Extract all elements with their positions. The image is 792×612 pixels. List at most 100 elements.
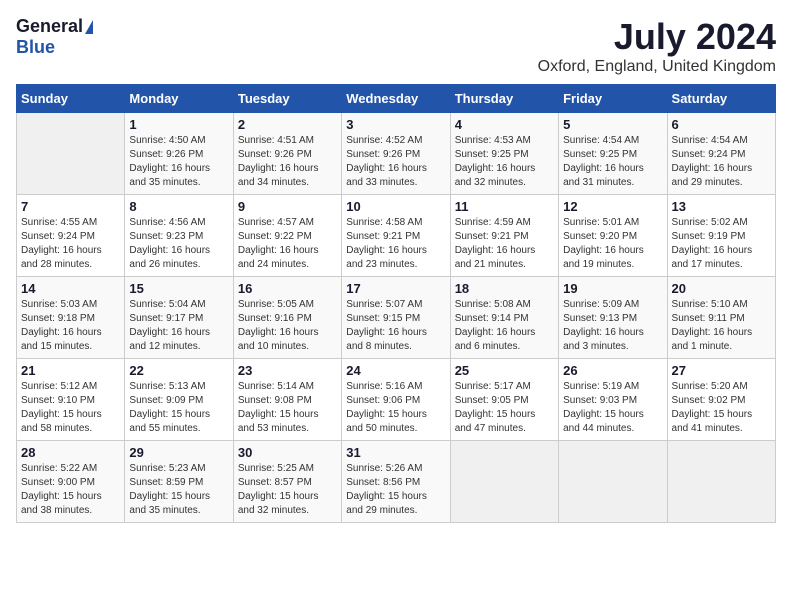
day-info: Sunrise: 5:16 AM Sunset: 9:06 PM Dayligh… bbox=[346, 380, 445, 436]
day-number: 31 bbox=[346, 445, 445, 460]
day-number: 28 bbox=[21, 445, 120, 460]
day-info: Sunrise: 4:54 AM Sunset: 9:25 PM Dayligh… bbox=[563, 134, 662, 190]
day-number: 1 bbox=[129, 117, 228, 132]
day-info: Sunrise: 4:58 AM Sunset: 9:21 PM Dayligh… bbox=[346, 216, 445, 272]
day-number: 25 bbox=[455, 363, 554, 378]
day-info: Sunrise: 5:09 AM Sunset: 9:13 PM Dayligh… bbox=[563, 298, 662, 354]
day-number: 22 bbox=[129, 363, 228, 378]
day-info: Sunrise: 5:23 AM Sunset: 8:59 PM Dayligh… bbox=[129, 462, 228, 518]
day-number: 4 bbox=[455, 117, 554, 132]
column-header-sunday: Sunday bbox=[17, 85, 125, 113]
day-info: Sunrise: 5:10 AM Sunset: 9:11 PM Dayligh… bbox=[672, 298, 771, 354]
column-header-monday: Monday bbox=[125, 85, 233, 113]
day-info: Sunrise: 5:25 AM Sunset: 8:57 PM Dayligh… bbox=[238, 462, 337, 518]
day-info: Sunrise: 5:08 AM Sunset: 9:14 PM Dayligh… bbox=[455, 298, 554, 354]
header: General Blue July 2024 Oxford, England, … bbox=[16, 16, 776, 76]
day-info: Sunrise: 4:54 AM Sunset: 9:24 PM Dayligh… bbox=[672, 134, 771, 190]
day-number: 16 bbox=[238, 281, 337, 296]
calendar-cell: 30 Sunrise: 5:25 AM Sunset: 8:57 PM Dayli… bbox=[233, 441, 341, 523]
day-number: 27 bbox=[672, 363, 771, 378]
calendar-cell bbox=[17, 113, 125, 195]
logo: General Blue bbox=[16, 16, 93, 58]
day-info: Sunrise: 5:26 AM Sunset: 8:56 PM Dayligh… bbox=[346, 462, 445, 518]
day-info: Sunrise: 5:13 AM Sunset: 9:09 PM Dayligh… bbox=[129, 380, 228, 436]
day-number: 23 bbox=[238, 363, 337, 378]
logo-blue-text: Blue bbox=[16, 37, 55, 58]
calendar-cell: 21Sunrise: 5:12 AM Sunset: 9:10 PM Dayli… bbox=[17, 359, 125, 441]
day-info: Sunrise: 4:59 AM Sunset: 9:21 PM Dayligh… bbox=[455, 216, 554, 272]
column-header-thursday: Thursday bbox=[450, 85, 558, 113]
day-info: Sunrise: 5:12 AM Sunset: 9:10 PM Dayligh… bbox=[21, 380, 120, 436]
calendar-cell: 6 Sunrise: 4:54 AM Sunset: 9:24 PM Daylig… bbox=[667, 113, 775, 195]
day-info: Sunrise: 4:52 AM Sunset: 9:26 PM Dayligh… bbox=[346, 134, 445, 190]
day-info: Sunrise: 5:05 AM Sunset: 9:16 PM Dayligh… bbox=[238, 298, 337, 354]
day-info: Sunrise: 4:55 AM Sunset: 9:24 PM Dayligh… bbox=[21, 216, 120, 272]
day-number: 12 bbox=[563, 199, 662, 214]
calendar-cell: 9 Sunrise: 4:57 AM Sunset: 9:22 PM Daylig… bbox=[233, 195, 341, 277]
calendar-cell: 29 Sunrise: 5:23 AM Sunset: 8:59 PM Dayli… bbox=[125, 441, 233, 523]
calendar-cell: 24 Sunrise: 5:16 AM Sunset: 9:06 PM Dayli… bbox=[342, 359, 450, 441]
logo-general-text: General bbox=[16, 16, 83, 37]
calendar-week-5: 28Sunrise: 5:22 AM Sunset: 9:00 PM Dayli… bbox=[17, 441, 776, 523]
day-number: 19 bbox=[563, 281, 662, 296]
calendar-cell: 11Sunrise: 4:59 AM Sunset: 9:21 PM Dayli… bbox=[450, 195, 558, 277]
day-number: 20 bbox=[672, 281, 771, 296]
day-number: 9 bbox=[238, 199, 337, 214]
day-number: 3 bbox=[346, 117, 445, 132]
calendar-cell: 13Sunrise: 5:02 AM Sunset: 9:19 PM Dayli… bbox=[667, 195, 775, 277]
calendar-cell: 19 Sunrise: 5:09 AM Sunset: 9:13 PM Dayli… bbox=[559, 277, 667, 359]
day-info: Sunrise: 4:57 AM Sunset: 9:22 PM Dayligh… bbox=[238, 216, 337, 272]
day-info: Sunrise: 5:19 AM Sunset: 9:03 PM Dayligh… bbox=[563, 380, 662, 436]
day-number: 5 bbox=[563, 117, 662, 132]
month-year: July 2024 bbox=[538, 16, 776, 58]
day-info: Sunrise: 5:02 AM Sunset: 9:19 PM Dayligh… bbox=[672, 216, 771, 272]
day-info: Sunrise: 5:04 AM Sunset: 9:17 PM Dayligh… bbox=[129, 298, 228, 354]
day-number: 26 bbox=[563, 363, 662, 378]
column-header-saturday: Saturday bbox=[667, 85, 775, 113]
calendar-table: SundayMondayTuesdayWednesdayThursdayFrid… bbox=[16, 84, 776, 523]
calendar-cell: 20 Sunrise: 5:10 AM Sunset: 9:11 PM Dayli… bbox=[667, 277, 775, 359]
calendar-cell: 12 Sunrise: 5:01 AM Sunset: 9:20 PM Dayli… bbox=[559, 195, 667, 277]
logo-arrow-icon bbox=[85, 20, 93, 34]
calendar-cell: 31 Sunrise: 5:26 AM Sunset: 8:56 PM Dayli… bbox=[342, 441, 450, 523]
calendar-cell: 26 Sunrise: 5:19 AM Sunset: 9:03 PM Dayli… bbox=[559, 359, 667, 441]
calendar-week-4: 21Sunrise: 5:12 AM Sunset: 9:10 PM Dayli… bbox=[17, 359, 776, 441]
calendar-cell: 22 Sunrise: 5:13 AM Sunset: 9:09 PM Dayli… bbox=[125, 359, 233, 441]
location: Oxford, England, United Kingdom bbox=[538, 58, 776, 76]
calendar-cell: 23 Sunrise: 5:14 AM Sunset: 9:08 PM Dayli… bbox=[233, 359, 341, 441]
day-number: 7 bbox=[21, 199, 120, 214]
day-info: Sunrise: 5:17 AM Sunset: 9:05 PM Dayligh… bbox=[455, 380, 554, 436]
calendar-cell: 15 Sunrise: 5:04 AM Sunset: 9:17 PM Dayli… bbox=[125, 277, 233, 359]
calendar-cell: 8Sunrise: 4:56 AM Sunset: 9:23 PM Daylig… bbox=[125, 195, 233, 277]
day-number: 14 bbox=[21, 281, 120, 296]
day-number: 29 bbox=[129, 445, 228, 460]
day-info: Sunrise: 5:20 AM Sunset: 9:02 PM Dayligh… bbox=[672, 380, 771, 436]
calendar-cell: 1Sunrise: 4:50 AM Sunset: 9:26 PM Daylig… bbox=[125, 113, 233, 195]
day-number: 30 bbox=[238, 445, 337, 460]
calendar-cell: 25 Sunrise: 5:17 AM Sunset: 9:05 PM Dayli… bbox=[450, 359, 558, 441]
calendar-cell bbox=[667, 441, 775, 523]
day-number: 10 bbox=[346, 199, 445, 214]
calendar-cell: 17Sunrise: 5:07 AM Sunset: 9:15 PM Dayli… bbox=[342, 277, 450, 359]
calendar-cell: 14Sunrise: 5:03 AM Sunset: 9:18 PM Dayli… bbox=[17, 277, 125, 359]
day-number: 15 bbox=[129, 281, 228, 296]
day-number: 8 bbox=[129, 199, 228, 214]
day-info: Sunrise: 5:01 AM Sunset: 9:20 PM Dayligh… bbox=[563, 216, 662, 272]
calendar-cell: 18 Sunrise: 5:08 AM Sunset: 9:14 PM Dayli… bbox=[450, 277, 558, 359]
day-info: Sunrise: 5:14 AM Sunset: 9:08 PM Dayligh… bbox=[238, 380, 337, 436]
calendar-cell bbox=[559, 441, 667, 523]
calendar-cell: 5 Sunrise: 4:54 AM Sunset: 9:25 PM Daylig… bbox=[559, 113, 667, 195]
calendar-cell: 10 Sunrise: 4:58 AM Sunset: 9:21 PM Dayli… bbox=[342, 195, 450, 277]
day-info: Sunrise: 4:53 AM Sunset: 9:25 PM Dayligh… bbox=[455, 134, 554, 190]
calendar-cell: 16 Sunrise: 5:05 AM Sunset: 9:16 PM Dayli… bbox=[233, 277, 341, 359]
calendar-week-1: 1Sunrise: 4:50 AM Sunset: 9:26 PM Daylig… bbox=[17, 113, 776, 195]
title-area: July 2024 Oxford, England, United Kingdo… bbox=[538, 16, 776, 76]
day-number: 24 bbox=[346, 363, 445, 378]
day-number: 18 bbox=[455, 281, 554, 296]
calendar-cell bbox=[450, 441, 558, 523]
day-info: Sunrise: 4:51 AM Sunset: 9:26 PM Dayligh… bbox=[238, 134, 337, 190]
calendar-cell: 27 Sunrise: 5:20 AM Sunset: 9:02 PM Dayli… bbox=[667, 359, 775, 441]
day-number: 17 bbox=[346, 281, 445, 296]
column-header-wednesday: Wednesday bbox=[342, 85, 450, 113]
day-number: 6 bbox=[672, 117, 771, 132]
